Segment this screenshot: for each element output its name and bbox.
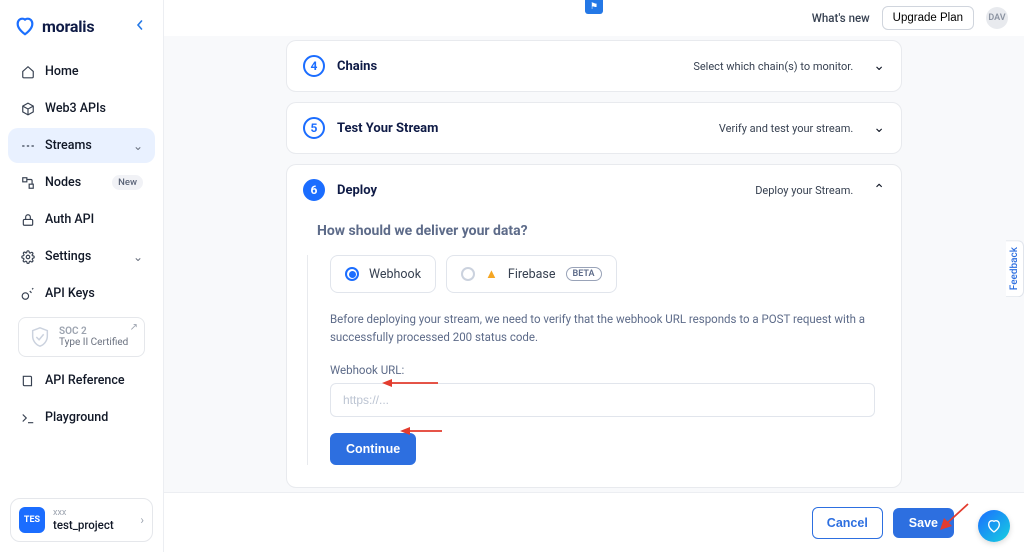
sidebar-item-label: Streams [45,138,123,153]
step-chains: 4 Chains Select which chain(s) to monito… [286,40,902,92]
footer-actions: Cancel Save [164,492,1024,552]
cancel-button[interactable]: Cancel [812,507,883,539]
sidebar-item-auth-api[interactable]: Auth API [8,202,155,237]
step-test: 5 Test Your Stream Verify and test your … [286,102,902,154]
step-number: 6 [303,179,325,201]
step-hint: Select which chain(s) to monitor. [693,60,853,73]
beta-badge: BETA [566,267,602,281]
webhook-url-input[interactable] [330,383,875,417]
sidebar-item-label: Auth API [45,212,143,227]
sidebar-item-label: Nodes [45,175,102,190]
step-deploy-header[interactable]: 6 Deploy Deploy your Stream. ⌃ [287,165,901,215]
sidebar-item-playground[interactable]: Playground [8,400,155,435]
sidebar: moralis Home Web3 APIs Streams ⌄ Nodes N… [0,0,164,552]
sidebar-item-label: Web3 APIs [45,101,143,116]
upgrade-plan-button[interactable]: Upgrade Plan [882,6,974,30]
project-org: xxx [53,508,114,518]
step-test-header[interactable]: 5 Test Your Stream Verify and test your … [287,103,901,153]
step-deploy: 6 Deploy Deploy your Stream. ⌃ How shoul… [286,164,902,488]
chevron-down-icon: ⌄ [133,139,143,153]
book-icon [20,373,35,388]
webhook-help-text: Before deploying your stream, we need to… [330,311,870,347]
chevron-right-icon: › [140,513,144,527]
sidebar-item-home[interactable]: Home [8,54,155,89]
nodes-icon [20,175,35,190]
soc2-line2: Type II Certified [59,337,128,348]
sidebar-item-label: Home [45,64,143,79]
flag-icon[interactable]: ⚑ [585,0,603,14]
logo-text: moralis [42,17,94,36]
key-icon [20,286,35,301]
gear-icon [20,249,35,264]
user-avatar[interactable]: DAV [986,7,1008,29]
save-button[interactable]: Save [893,508,954,538]
project-switcher[interactable]: TES xxx test_project › [10,498,153,542]
topbar: ⚑ What's new Upgrade Plan DAV [164,0,1024,36]
step-number: 4 [303,55,325,77]
sidebar-item-streams[interactable]: Streams ⌄ [8,128,155,163]
step-title: Chains [337,59,681,74]
sidebar-item-nodes[interactable]: Nodes New [8,165,155,200]
logo-icon [14,15,36,37]
project-badge: TES [19,507,45,533]
external-link-icon: ↗ [130,322,138,333]
sidebar-item-label: Settings [45,249,123,264]
step-title: Deploy [337,183,743,198]
main-content: 4 Chains Select which chain(s) to monito… [164,36,1024,492]
delivery-firebase-option[interactable]: ▲ Firebase BETA [446,255,616,293]
sidebar-nav: Home Web3 APIs Streams ⌄ Nodes New Auth … [0,48,163,488]
delivery-webhook-option[interactable]: Webhook [330,255,436,293]
chevron-down-icon: ⌄ [873,120,885,136]
cube-icon [20,101,35,116]
sidebar-header: moralis [0,0,163,48]
shield-check-icon [29,326,51,348]
step-chains-header[interactable]: 4 Chains Select which chain(s) to monito… [287,41,901,91]
step-hint: Verify and test your stream. [719,122,853,135]
firebase-icon: ▲ [485,266,498,282]
delivery-method-group: Webhook ▲ Firebase BETA [330,255,875,293]
radio-unselected-icon [461,267,475,281]
whats-new-link[interactable]: What's new [812,11,870,25]
sidebar-item-web3-apis[interactable]: Web3 APIs [8,91,155,126]
playground-icon [20,410,35,425]
firebase-label: Firebase [508,267,556,282]
chat-widget-button[interactable] [978,510,1010,542]
soc2-card[interactable]: SOC 2 Type II Certified ↗ [18,317,145,357]
sidebar-item-label: API Reference [45,373,143,388]
webhook-url-label: Webhook URL: [330,363,875,377]
home-icon [20,64,35,79]
collapse-sidebar-button[interactable] [131,14,149,38]
sidebar-item-api-reference[interactable]: API Reference [8,363,155,398]
logo[interactable]: moralis [14,15,94,37]
new-badge: New [112,175,143,190]
step-number: 5 [303,117,325,139]
chevron-left-icon [135,20,145,30]
step-title: Test Your Stream [337,121,707,136]
step-hint: Deploy your Stream. [755,184,853,197]
project-name: test_project [53,518,114,532]
step-deploy-body: How should we deliver your data? Webhook… [287,215,901,487]
sidebar-item-settings[interactable]: Settings ⌄ [8,239,155,274]
deliver-question: How should we deliver your data? [317,223,875,239]
sidebar-item-label: Playground [45,410,143,425]
streams-icon [20,138,35,153]
chevron-up-icon: ⌃ [873,182,885,198]
chevron-down-icon: ⌄ [873,58,885,74]
soc2-line1: SOC 2 [59,326,128,337]
chevron-down-icon: ⌄ [133,250,143,264]
sidebar-item-api-keys[interactable]: API Keys [8,276,155,311]
lock-icon [20,212,35,227]
radio-selected-icon [345,267,359,281]
feedback-tab[interactable]: Feedback [1006,240,1024,297]
sidebar-item-label: API Keys [45,286,143,301]
continue-button[interactable]: Continue [330,433,416,465]
webhook-label: Webhook [369,267,421,282]
chat-heart-icon [986,518,1002,534]
